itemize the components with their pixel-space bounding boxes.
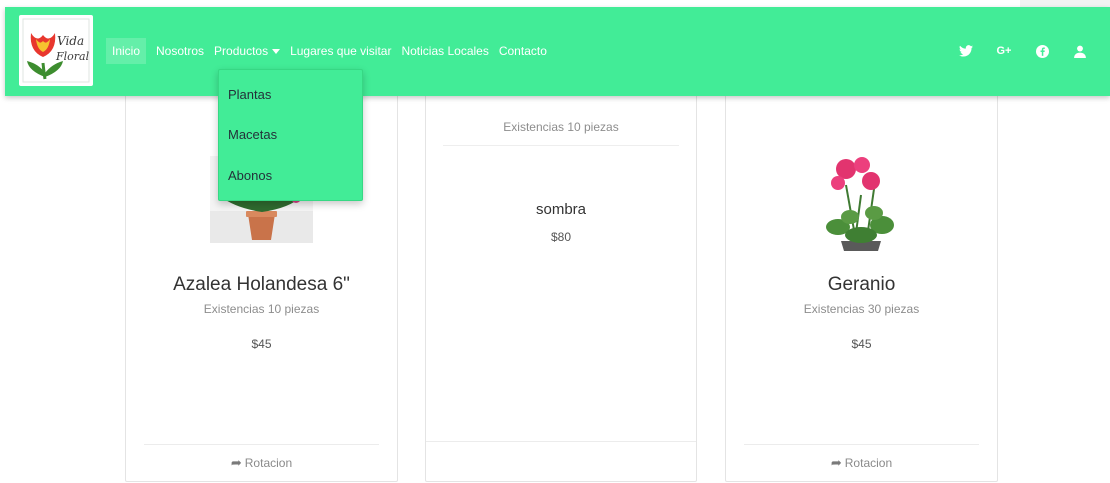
dropdown-item-abonos[interactable]: Abonos (228, 168, 272, 183)
dropdown-item-plantas[interactable]: Plantas (228, 87, 271, 102)
nav-item-noticias[interactable]: Noticias Locales (401, 38, 488, 64)
nav-item-lugares[interactable]: Lugares que visitar (290, 38, 391, 64)
product-price: $45 (851, 337, 872, 351)
rotation-label: Rotacion (844, 456, 893, 470)
nav-item-nosotros[interactable]: Nosotros (156, 38, 204, 64)
rotation-button[interactable]: ➦ Rotacion (144, 444, 379, 481)
logo-text-line2: Floral (55, 50, 90, 63)
tulip-logo-icon: Vida Floral (22, 18, 90, 83)
product-stock: Existencias 10 piezas (203, 302, 320, 316)
site-logo[interactable]: Vida Floral (19, 15, 93, 86)
product-name: sombra (535, 201, 587, 218)
product-price: $45 (251, 337, 272, 351)
share-arrow-icon: ➦ (830, 455, 842, 470)
social-links: G+ (938, 41, 1090, 61)
navbar: Vida Floral Inicio Nosotros Productos Lu… (5, 7, 1110, 96)
share-arrow-icon: ➦ (230, 455, 242, 470)
page: Azalea Holandesa 6" Existencias 10 pieza… (0, 0, 1110, 483)
google-plus-label: G+ (996, 45, 1012, 57)
twitter-icon[interactable] (956, 41, 976, 61)
geranio-image (816, 155, 906, 253)
rotation-label: Rotacion (244, 456, 293, 470)
product-price: $80 (550, 230, 572, 244)
caret-down-icon (272, 49, 281, 55)
nav-item-productos-label: Productos (214, 44, 269, 58)
google-plus-icon[interactable]: G+ (994, 41, 1014, 61)
logo-text-line1: Vida (57, 34, 84, 48)
card-footer (426, 441, 696, 481)
dropdown-item-macetas[interactable]: Macetas (228, 127, 277, 142)
product-card-geranio: Geranio Existencias 30 piezas $45 ➦ Rotac… (725, 70, 998, 482)
user-icon[interactable] (1070, 41, 1090, 61)
nav-item-inicio[interactable]: Inicio (106, 38, 147, 64)
product-card-sombra: Existencias 10 piezas sombra $80 (425, 70, 697, 482)
card-divider (443, 145, 679, 146)
nav-item-contacto[interactable]: Contacto (499, 38, 547, 64)
productos-dropdown: Plantas Macetas Abonos (218, 69, 363, 201)
facebook-icon[interactable] (1032, 41, 1052, 61)
nav-item-productos[interactable]: Productos (214, 38, 281, 64)
product-name: Geranio (827, 274, 896, 295)
rotation-button[interactable]: ➦ Rotacion (744, 444, 979, 481)
product-name: Azalea Holandesa 6" (173, 274, 350, 295)
product-stock: Existencias 10 piezas (503, 120, 619, 134)
product-stock: Existencias 30 piezas (803, 302, 920, 316)
main-nav: Inicio Nosotros Productos Lugares que vi… (106, 38, 557, 64)
